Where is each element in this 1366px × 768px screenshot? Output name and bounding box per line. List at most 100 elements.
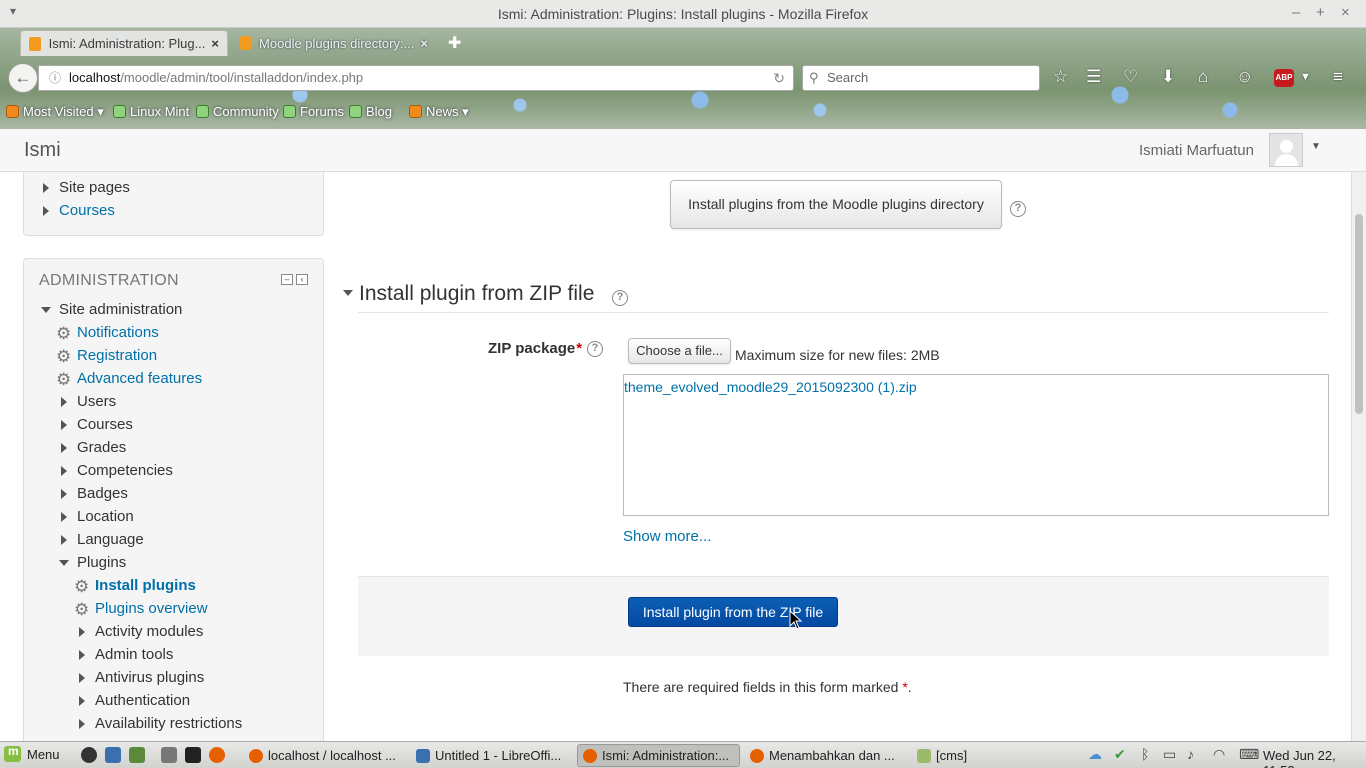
admin-competencies[interactable]: Competencies	[77, 462, 173, 479]
display-icon[interactable]: ▭	[1163, 746, 1176, 763]
dock-block-icon[interactable]: ‹	[296, 274, 308, 285]
terminal-icon[interactable]	[185, 747, 201, 763]
help-icon[interactable]: ?	[587, 341, 603, 357]
close-tab-icon[interactable]: ×	[205, 36, 219, 51]
bookmark-blog[interactable]: Blog	[349, 104, 392, 119]
minimize-icon[interactable]: –	[1292, 4, 1300, 21]
pocket-icon[interactable]: ♡	[1123, 67, 1138, 87]
writer-icon[interactable]	[105, 747, 121, 763]
admin-badges[interactable]: Badges	[77, 485, 128, 502]
install-from-zip-button[interactable]: Install plugin from the ZIP file	[628, 597, 838, 627]
close-tab-icon[interactable]: ×	[414, 36, 428, 51]
expand-arrow-icon[interactable]	[61, 489, 67, 499]
nav-site-pages[interactable]: Site pages	[59, 179, 130, 196]
admin-grades[interactable]: Grades	[77, 439, 126, 456]
admin-plugins[interactable]: Plugins	[77, 554, 126, 571]
keyboard-icon[interactable]: ⌨	[1239, 746, 1259, 763]
expand-arrow-icon[interactable]	[79, 696, 85, 706]
admin-install-plugins[interactable]: Install plugins	[95, 577, 196, 594]
bluetooth-icon[interactable]: ᛒ	[1141, 746, 1149, 762]
start-menu-button[interactable]: Menu	[4, 744, 60, 762]
info-icon[interactable]: ⓘ	[49, 66, 61, 90]
adblock-dropdown-icon[interactable]: ▼	[1300, 71, 1311, 83]
task-libreoffice[interactable]: Untitled 1 - LibreOffi...	[410, 744, 573, 767]
collapse-block-icon[interactable]: –	[281, 274, 293, 285]
bookmark-star-icon[interactable]: ☆	[1053, 67, 1068, 87]
admin-authentication[interactable]: Authentication	[95, 692, 190, 709]
bookmark-community[interactable]: Community	[196, 104, 279, 119]
back-button[interactable]: ←	[8, 63, 38, 93]
expand-arrow-icon[interactable]	[61, 466, 67, 476]
page-scrollbar[interactable]	[1351, 172, 1366, 741]
install-from-directory-button[interactable]: Install plugins from the Moodle plugins …	[670, 180, 1002, 229]
admin-antivirus-plugins[interactable]: Antivirus plugins	[95, 669, 204, 686]
reading-list-icon[interactable]: ☰	[1086, 67, 1101, 87]
close-window-icon[interactable]: ×	[1341, 4, 1350, 21]
selected-file-link[interactable]: theme_evolved_moodle29_2015092300 (1).zi…	[624, 379, 917, 395]
expand-arrow-icon[interactable]	[79, 627, 85, 637]
help-icon[interactable]: ?	[612, 290, 628, 306]
expand-arrow-icon[interactable]	[79, 719, 85, 729]
download-icon[interactable]: ⬇	[1161, 67, 1175, 87]
collapse-arrow-icon[interactable]	[59, 560, 69, 566]
scrollbar-thumb[interactable]	[1355, 214, 1363, 414]
url-bar[interactable]: ⓘ localhost/moodle/admin/tool/installadd…	[38, 65, 794, 91]
section-legend[interactable]: Install plugin from ZIP file	[359, 282, 594, 306]
new-tab-button[interactable]: ✚	[448, 33, 461, 53]
volume-icon[interactable]: ♪	[1187, 746, 1194, 762]
hamburger-menu-icon[interactable]: ≡	[1333, 67, 1343, 87]
update-shield-icon[interactable]: ✔	[1114, 746, 1126, 763]
expand-arrow-icon[interactable]	[79, 673, 85, 683]
expand-arrow-icon[interactable]	[43, 183, 49, 193]
user-menu-name[interactable]: Ismiati Marfuatun	[1139, 142, 1254, 159]
expand-arrow-icon[interactable]	[61, 443, 67, 453]
chevron-down-icon[interactable]: ▼	[1311, 141, 1321, 152]
admin-admin-tools[interactable]: Admin tools	[95, 646, 173, 663]
task-ismi-administration[interactable]: Ismi: Administration:...	[577, 744, 740, 767]
task-menambahkan[interactable]: Menambahkan dan ...	[744, 744, 907, 767]
files-icon[interactable]	[161, 747, 177, 763]
camera-icon[interactable]	[81, 747, 97, 763]
admin-users[interactable]: Users	[77, 393, 116, 410]
admin-availability-restrictions[interactable]: Availability restrictions	[95, 715, 242, 732]
bookmark-forums[interactable]: Forums	[283, 104, 344, 119]
expand-arrow-icon[interactable]	[61, 512, 67, 522]
maximize-icon[interactable]: +	[1316, 4, 1325, 21]
home-icon[interactable]: ⌂	[1198, 67, 1208, 87]
nav-courses[interactable]: Courses	[59, 202, 115, 219]
smiley-icon[interactable]: ☺	[1236, 67, 1253, 87]
tab-ismi-administration[interactable]: Ismi: Administration: Plug... ×	[20, 30, 228, 56]
expand-arrow-icon[interactable]	[61, 420, 67, 430]
admin-plugins-overview[interactable]: Plugins overview	[95, 600, 208, 617]
admin-notifications[interactable]: Notifications	[77, 324, 159, 341]
reload-icon[interactable]: ↻	[773, 66, 785, 90]
admin-advanced-features[interactable]: Advanced features	[77, 370, 202, 387]
calc-icon[interactable]	[129, 747, 145, 763]
bookmark-linux-mint[interactable]: Linux Mint	[113, 104, 189, 119]
firefox-icon[interactable]	[209, 747, 225, 763]
file-drop-area[interactable]: theme_evolved_moodle29_2015092300 (1).zi…	[623, 374, 1329, 516]
clock[interactable]: Wed Jun 22, 11:52	[1263, 748, 1366, 768]
expand-arrow-icon[interactable]	[61, 535, 67, 545]
collapse-section-icon[interactable]	[343, 290, 353, 296]
tab-moodle-plugins-directory[interactable]: Moodle plugins directory:... ×	[232, 30, 436, 56]
admin-registration[interactable]: Registration	[77, 347, 157, 364]
site-administration[interactable]: Site administration	[59, 301, 182, 318]
expand-arrow-icon[interactable]	[43, 206, 49, 216]
collapse-arrow-icon[interactable]	[41, 307, 51, 313]
bookmark-news[interactable]: News ▾	[409, 104, 469, 120]
expand-arrow-icon[interactable]	[61, 397, 67, 407]
admin-location[interactable]: Location	[77, 508, 134, 525]
avatar[interactable]	[1269, 133, 1303, 167]
expand-arrow-icon[interactable]	[79, 650, 85, 660]
wifi-icon[interactable]: ◠	[1213, 746, 1225, 763]
task-localhost[interactable]: localhost / localhost ...	[243, 744, 406, 767]
admin-language[interactable]: Language	[77, 531, 144, 548]
show-more-link[interactable]: Show more...	[623, 528, 711, 545]
adblock-plus-icon[interactable]: ABP	[1274, 69, 1294, 87]
bookmark-most-visited[interactable]: Most Visited ▾	[6, 104, 104, 120]
admin-courses[interactable]: Courses	[77, 416, 133, 433]
task-cms-folder[interactable]: [cms]	[911, 744, 1074, 767]
choose-file-button[interactable]: Choose a file...	[628, 338, 731, 364]
admin-activity-modules[interactable]: Activity modules	[95, 623, 203, 640]
